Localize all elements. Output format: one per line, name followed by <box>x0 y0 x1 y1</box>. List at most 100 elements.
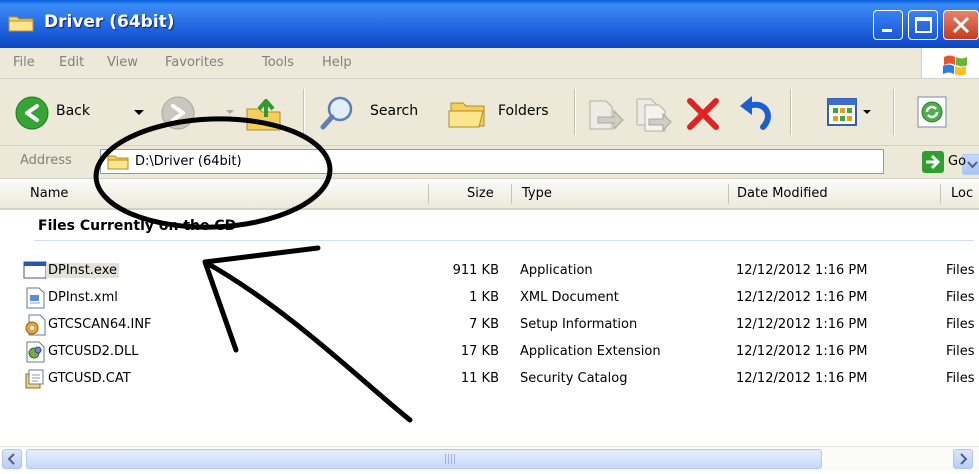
file-name[interactable]: DPInst.exe <box>46 263 119 278</box>
scroll-grip <box>445 454 455 464</box>
column-size[interactable]: Size <box>467 186 494 201</box>
column-header-row: Name Size Type Date Modified Loc <box>0 180 979 210</box>
close-button[interactable] <box>943 10 979 40</box>
back-dropdown-icon[interactable] <box>133 109 145 117</box>
file-date: 12/12/2012 1:16 PM <box>736 290 868 305</box>
folders-icon[interactable] <box>447 95 489 131</box>
file-date: 12/12/2012 1:16 PM <box>736 317 868 332</box>
xml-icon <box>26 287 45 309</box>
column-divider[interactable] <box>940 184 941 204</box>
folder-icon <box>8 16 34 32</box>
file-date: 12/12/2012 1:16 PM <box>736 263 868 278</box>
title-bar[interactable]: Driver (64bit) <box>0 0 979 48</box>
toolbar-separator <box>893 89 895 135</box>
file-type: XML Document <box>520 290 619 305</box>
toolbar-separator <box>574 89 576 135</box>
group-divider <box>34 240 974 241</box>
horizontal-scrollbar[interactable] <box>0 446 979 471</box>
file-type: Application Extension <box>520 344 661 359</box>
column-name[interactable]: Name <box>30 186 68 201</box>
go-label[interactable]: Go <box>948 154 966 169</box>
maximize-button[interactable] <box>908 10 938 40</box>
file-name[interactable]: DPInst.xml <box>48 290 118 305</box>
views-dropdown-icon[interactable] <box>862 109 872 117</box>
file-name[interactable]: GTCUSD.CAT <box>48 371 131 386</box>
column-location[interactable]: Loc <box>951 186 973 201</box>
file-row[interactable]: GTCUSD.CAT 11 KB Security Catalog 12/12/… <box>0 366 979 392</box>
file-size: 1 KB <box>469 290 499 305</box>
address-bar: Address D:\Driver (64bit) Go <box>0 146 979 179</box>
undo-icon[interactable] <box>733 93 775 133</box>
window-title: Driver (64bit) <box>44 12 175 32</box>
minimize-button[interactable] <box>873 10 903 40</box>
maximize-icon <box>915 17 932 33</box>
file-size: 11 KB <box>460 371 499 386</box>
menu-bar: File Edit View Favorites Tools Help <box>0 48 979 79</box>
up-folder-icon[interactable] <box>244 93 284 133</box>
search-icon[interactable] <box>318 93 358 133</box>
chevron-right-icon <box>960 453 968 465</box>
copy-to-icon[interactable] <box>633 93 673 133</box>
delete-icon[interactable] <box>683 93 723 133</box>
scroll-thumb[interactable] <box>26 449 822 469</box>
scroll-left-button[interactable] <box>2 449 22 469</box>
menu-view[interactable]: View <box>107 55 138 70</box>
file-location: Files <box>946 344 975 359</box>
go-button[interactable] <box>922 151 944 173</box>
file-row[interactable]: GTCSCAN64.INF 7 KB Setup Information 12/… <box>0 312 979 338</box>
views-icon[interactable] <box>826 95 858 129</box>
exe-icon <box>23 261 47 279</box>
file-name[interactable]: GTCUSD2.DLL <box>48 344 139 359</box>
dll-icon <box>26 341 45 363</box>
file-location: Files <box>946 263 975 278</box>
chevron-left-icon <box>7 453 15 465</box>
back-icon[interactable] <box>14 95 50 131</box>
file-location: Files <box>946 290 975 305</box>
file-location: Files <box>946 317 975 332</box>
menu-favorites[interactable]: Favorites <box>165 55 224 70</box>
sync-icon[interactable] <box>915 94 949 130</box>
folder-icon <box>107 155 129 170</box>
back-button[interactable]: Back <box>56 103 90 119</box>
file-date: 12/12/2012 1:16 PM <box>736 344 868 359</box>
address-label: Address <box>20 153 72 168</box>
inf-icon <box>25 314 46 336</box>
file-size: 7 KB <box>469 317 499 332</box>
file-location: Files <box>946 371 975 386</box>
scroll-right-button[interactable] <box>953 449 973 469</box>
file-type: Security Catalog <box>520 371 628 386</box>
menu-tools[interactable]: Tools <box>262 55 294 70</box>
file-type: Application <box>520 263 593 278</box>
column-divider[interactable] <box>511 184 512 204</box>
file-row[interactable]: DPInst.xml 1 KB XML Document 12/12/2012 … <box>0 285 979 311</box>
minimize-icon <box>882 29 892 32</box>
toolbar-separator <box>790 89 792 135</box>
file-size: 17 KB <box>460 344 499 359</box>
windows-flag-icon <box>943 55 967 76</box>
column-date-modified[interactable]: Date Modified <box>737 186 828 201</box>
address-value: D:\Driver (64bit) <box>135 154 242 169</box>
toolbar-separator <box>303 89 305 135</box>
menu-help[interactable]: Help <box>322 55 352 70</box>
windows-logo <box>921 48 979 78</box>
move-to-icon[interactable] <box>584 93 624 133</box>
menu-edit[interactable]: Edit <box>59 55 84 70</box>
cat-icon <box>25 369 44 389</box>
file-row[interactable]: GTCUSD2.DLL 17 KB Application Extension … <box>0 339 979 365</box>
column-divider[interactable] <box>428 184 429 204</box>
file-name[interactable]: GTCSCAN64.INF <box>48 317 152 332</box>
file-date: 12/12/2012 1:16 PM <box>736 371 868 386</box>
file-row[interactable]: DPInst.exe 911 KB Application 12/12/2012… <box>0 258 979 284</box>
address-field[interactable]: D:\Driver (64bit) <box>100 149 979 175</box>
forward-icon[interactable] <box>160 95 196 131</box>
column-type[interactable]: Type <box>522 186 552 201</box>
column-divider[interactable] <box>728 184 729 204</box>
go-arrow-icon <box>926 154 941 170</box>
toolbar: Back Search Folders <box>0 79 979 146</box>
menu-file[interactable]: File <box>13 55 35 70</box>
file-size: 911 KB <box>452 263 499 278</box>
folders-button[interactable]: Folders <box>498 103 549 119</box>
forward-dropdown-icon[interactable] <box>225 109 235 117</box>
close-icon <box>952 16 970 34</box>
search-button[interactable]: Search <box>370 103 418 119</box>
